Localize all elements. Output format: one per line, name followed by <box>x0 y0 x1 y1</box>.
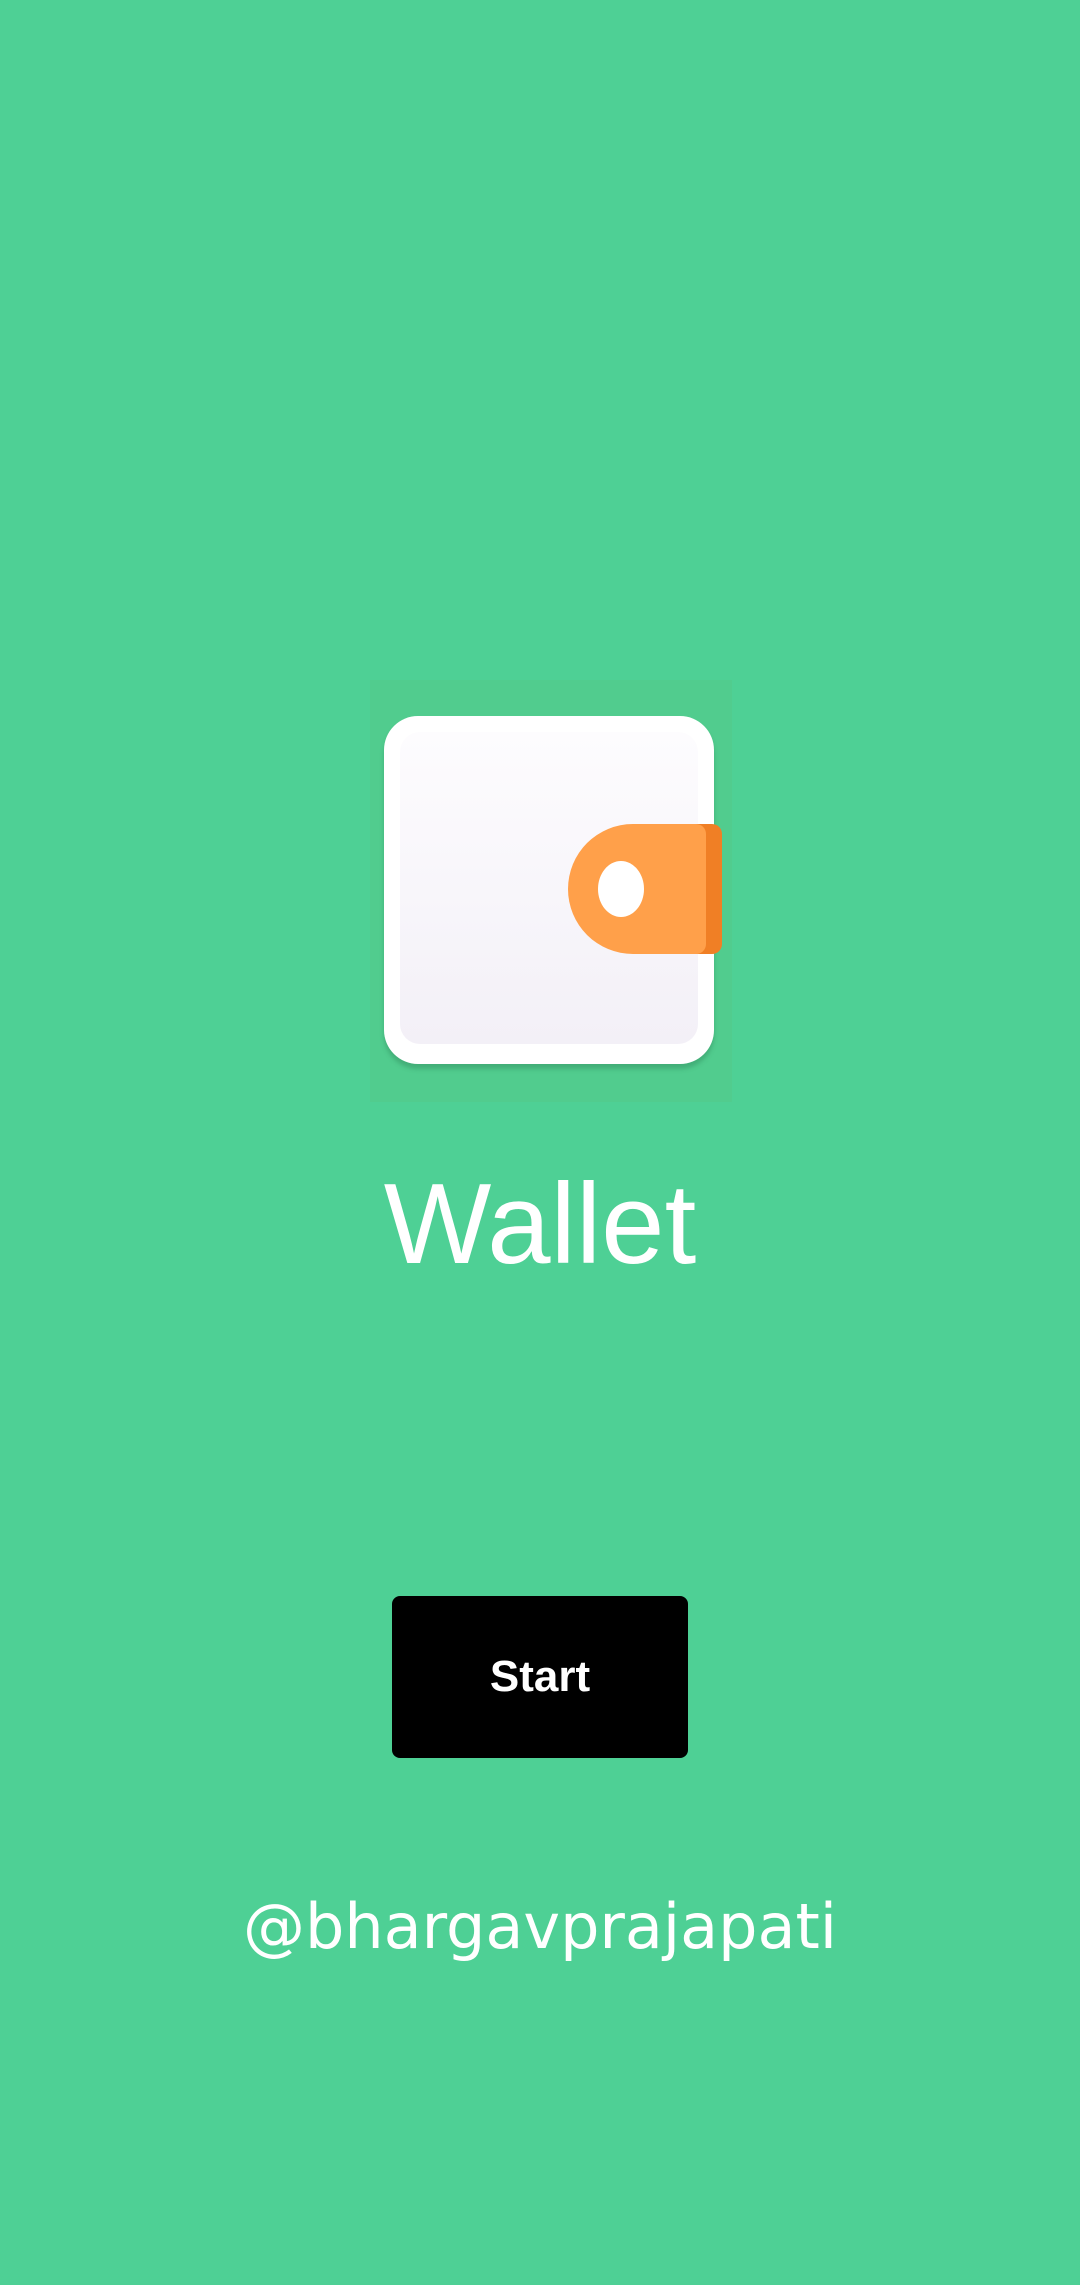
app-title: Wallet <box>383 1161 697 1288</box>
start-button[interactable]: Start <box>392 1596 688 1758</box>
wallet-tab <box>568 824 706 954</box>
wallet-clasp <box>598 861 644 917</box>
splash-screen: Wallet Start @bhargavprajapati <box>0 0 1080 2285</box>
author-credit: @bhargavprajapati <box>242 1890 838 1963</box>
wallet-icon <box>370 680 732 1102</box>
